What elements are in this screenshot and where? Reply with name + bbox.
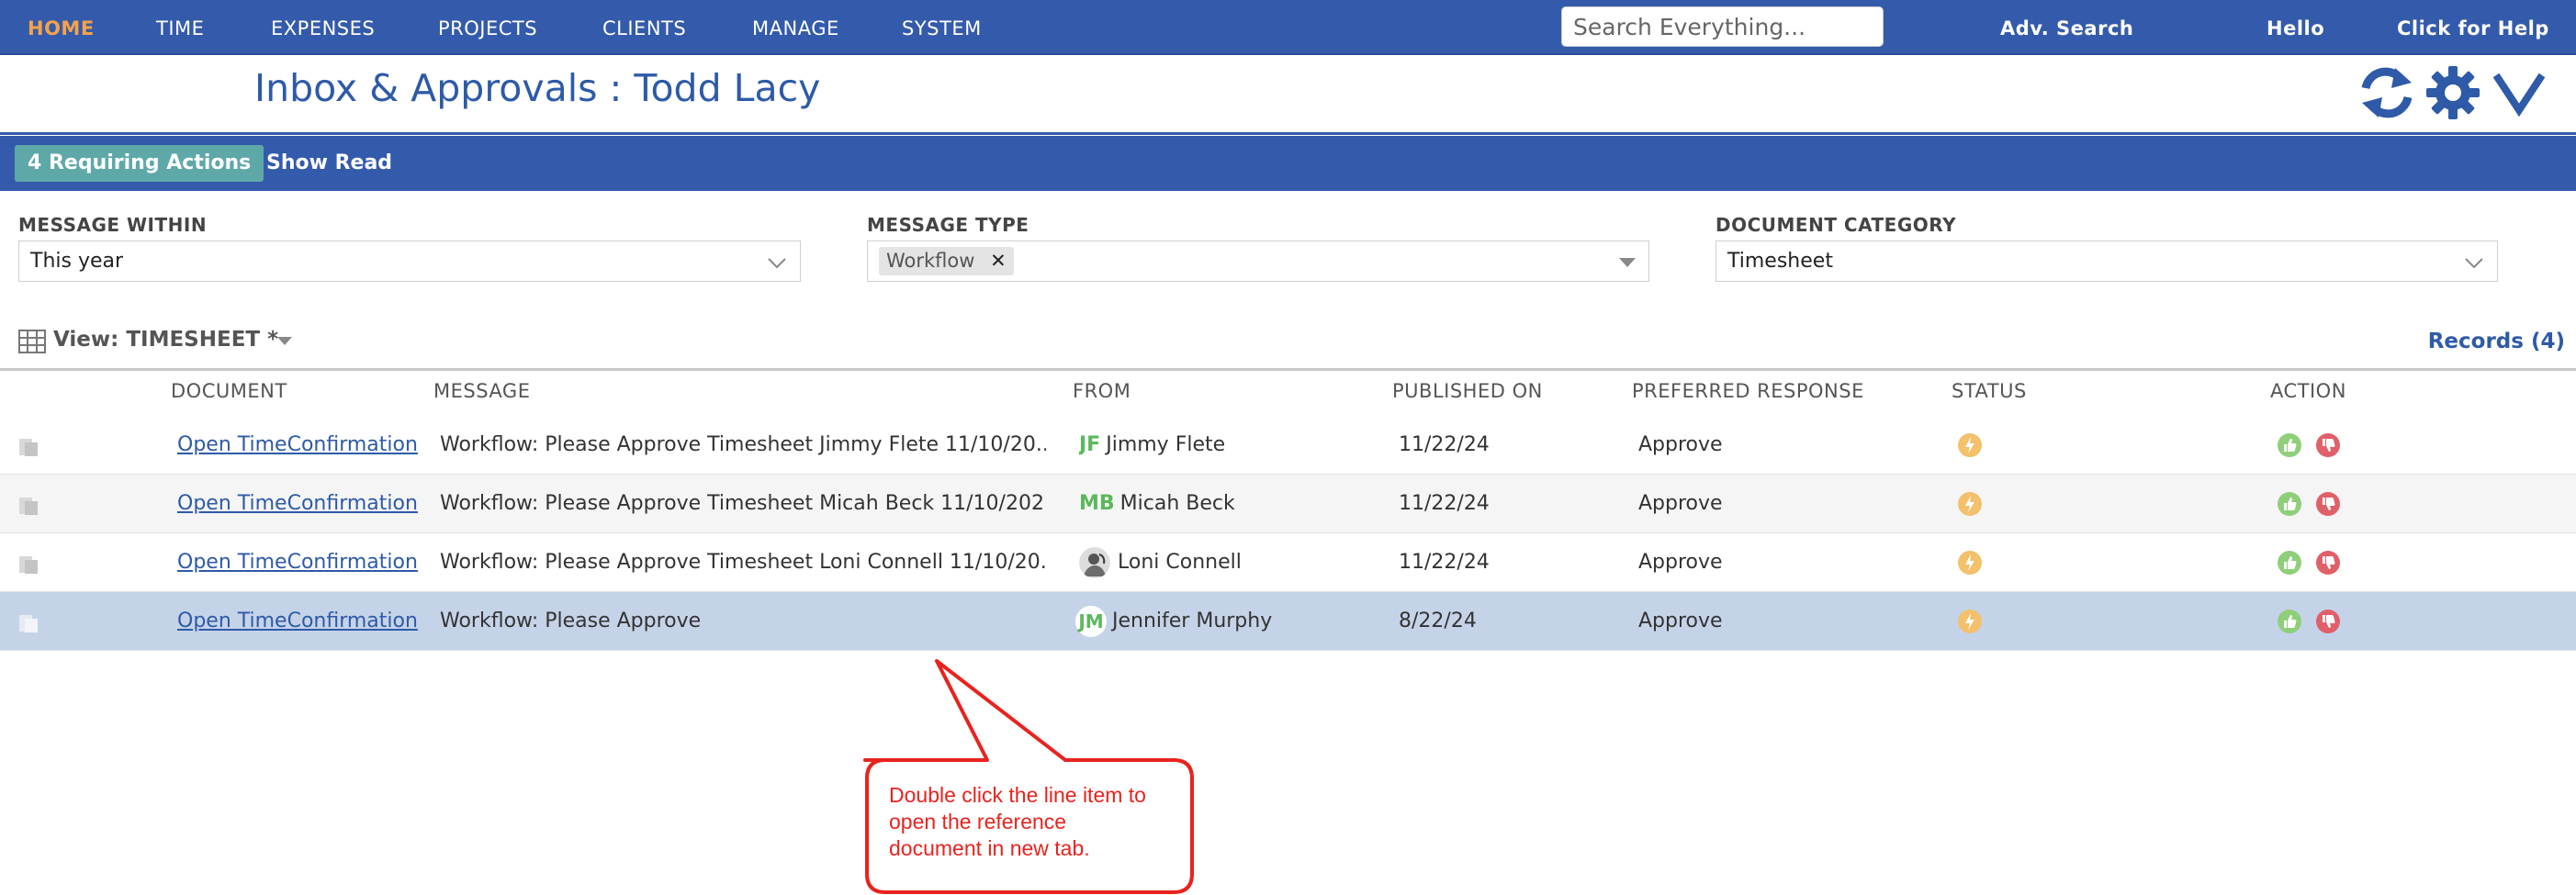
open-document-link[interactable]: Open TimeConfirmation (177, 416, 418, 475)
header-from[interactable]: FROM (1073, 380, 1131, 402)
chevron-down-icon (2465, 258, 2483, 269)
from-name: Jennifer Murphy (1112, 610, 1273, 632)
preferred-response: Approve (1638, 492, 1723, 515)
workflow-tag-label: Workflow (886, 250, 975, 272)
header-action[interactable]: ACTION (2270, 380, 2346, 402)
lightning-icon (1958, 433, 1982, 457)
page-title: Inbox & Approvals : Todd Lacy (254, 66, 821, 110)
published-date: 11/22/24 (1399, 433, 1490, 456)
document-category-value: Timesheet (1727, 250, 1833, 273)
thumbs-down-icon[interactable] (2315, 550, 2341, 576)
view-selector[interactable]: View: TIMESHEET * (53, 328, 278, 352)
from-name: Jimmy Flete (1106, 433, 1226, 456)
message-within-label: MESSAGE WITHIN (18, 214, 208, 236)
message-type-label: MESSAGE TYPE (867, 214, 1029, 236)
table-row[interactable]: Open TimeConfirmation Workflow: Please A… (0, 416, 2576, 475)
header-preferred-response[interactable]: PREFERRED RESPONSE (1632, 380, 1864, 402)
header-published-on[interactable]: PUBLISHED ON (1392, 380, 1543, 402)
from-name: Micah Beck (1119, 492, 1235, 515)
preferred-response: Approve (1638, 433, 1723, 456)
thumbs-up-icon[interactable] (2277, 432, 2302, 458)
gear-icon[interactable] (2424, 64, 2481, 121)
message-within-select[interactable]: This year (18, 241, 801, 282)
header-message[interactable]: MESSAGE (433, 380, 530, 402)
action-bar: 4 Requiring Actions Show Read (0, 136, 2576, 191)
preferred-response: Approve (1638, 551, 1723, 574)
nav-expenses[interactable]: EXPENSES (271, 0, 375, 55)
table-row[interactable]: Open TimeConfirmation Workflow: Please A… (0, 533, 2576, 592)
header-status[interactable]: STATUS (1952, 380, 2027, 402)
grid-icon (18, 330, 46, 353)
requiring-actions-badge[interactable]: 4 Requiring Actions (15, 145, 264, 182)
hello-user[interactable]: Hello (2267, 0, 2324, 55)
from-cell: JF Jimmy Flete (1079, 416, 1225, 475)
nav-clients[interactable]: CLIENTS (602, 0, 686, 55)
search-input[interactable] (1561, 6, 1884, 47)
avatar-initials: MB (1079, 492, 1115, 515)
records-count: Records (4) (2427, 330, 2565, 353)
refresh-icon[interactable] (2358, 64, 2415, 121)
show-read-button[interactable]: Show Read (266, 145, 392, 182)
document-icon (19, 556, 38, 574)
view-caret-icon[interactable] (277, 337, 292, 345)
remove-tag-icon[interactable]: ✕ (990, 250, 1007, 272)
thumbs-down-icon[interactable] (2315, 609, 2341, 634)
open-document-link[interactable]: Open TimeConfirmation (177, 592, 418, 651)
thumbs-up-icon[interactable] (2277, 491, 2302, 517)
preferred-response: Approve (1638, 610, 1723, 632)
nav-system[interactable]: SYSTEM (902, 0, 982, 55)
published-date: 11/22/24 (1399, 492, 1490, 515)
message-within-value: This year (30, 250, 124, 273)
document-icon (19, 439, 38, 456)
avatar-initials: JM (1075, 606, 1107, 637)
from-cell: MB Micah Beck (1079, 475, 1235, 533)
lightning-icon (1958, 492, 1982, 516)
chevron-down-icon (768, 258, 786, 269)
message-text: Workflow: Please Approve Timesheet Loni … (440, 551, 1046, 574)
document-category-select[interactable]: Timesheet (1715, 241, 2498, 282)
open-document-link[interactable]: Open TimeConfirmation (177, 475, 418, 533)
table-divider (0, 368, 2576, 371)
top-navigation: HOME TIME EXPENSES PROJECTS CLIENTS MANA… (0, 0, 2576, 55)
table-row-selected[interactable]: Open TimeConfirmation Workflow: Please A… (0, 592, 2576, 651)
annotation-text: Double click the line item to open the r… (889, 783, 1146, 860)
message-text: Workflow: Please Approve Timesheet Micah… (440, 492, 1046, 515)
adv-search-link[interactable]: Adv. Search (2000, 0, 2133, 55)
nav-manage[interactable]: MANAGE (752, 0, 839, 55)
workflow-tag: Workflow ✕ (879, 247, 1014, 275)
thumbs-down-icon[interactable] (2315, 432, 2341, 458)
header-document[interactable]: DOCUMENT (171, 380, 287, 402)
lightning-icon (1958, 551, 1982, 575)
nav-projects[interactable]: PROJECTS (438, 0, 537, 55)
help-link[interactable]: Click for Help (2397, 0, 2549, 55)
from-cell: Loni Connell (1079, 533, 1242, 592)
document-category-label: DOCUMENT CATEGORY (1715, 214, 1957, 236)
avatar-photo-icon (1079, 547, 1110, 578)
nav-home[interactable]: HOME (28, 0, 95, 55)
open-document-link[interactable]: Open TimeConfirmation (177, 533, 418, 592)
thumbs-down-icon[interactable] (2315, 491, 2341, 517)
title-divider (0, 132, 2576, 135)
table-row[interactable]: Open TimeConfirmation Workflow: Please A… (0, 475, 2576, 533)
avatar-initials: JF (1079, 433, 1101, 456)
thumbs-up-icon[interactable] (2277, 609, 2302, 634)
nav-time[interactable]: TIME (156, 0, 204, 55)
document-icon (19, 615, 38, 632)
from-name: Loni Connell (1118, 551, 1242, 574)
lightning-icon (1958, 610, 1982, 633)
chevron-down-icon[interactable] (2491, 64, 2548, 121)
thumbs-up-icon[interactable] (2277, 550, 2302, 576)
document-icon (19, 498, 38, 515)
message-type-select[interactable]: Workflow ✕ (867, 241, 1649, 282)
caret-down-icon (1619, 258, 1636, 267)
published-date: 8/22/24 (1399, 610, 1477, 632)
published-date: 11/22/24 (1399, 551, 1490, 574)
message-text: Workflow: Please Approve Timesheet Jimmy… (440, 433, 1046, 456)
